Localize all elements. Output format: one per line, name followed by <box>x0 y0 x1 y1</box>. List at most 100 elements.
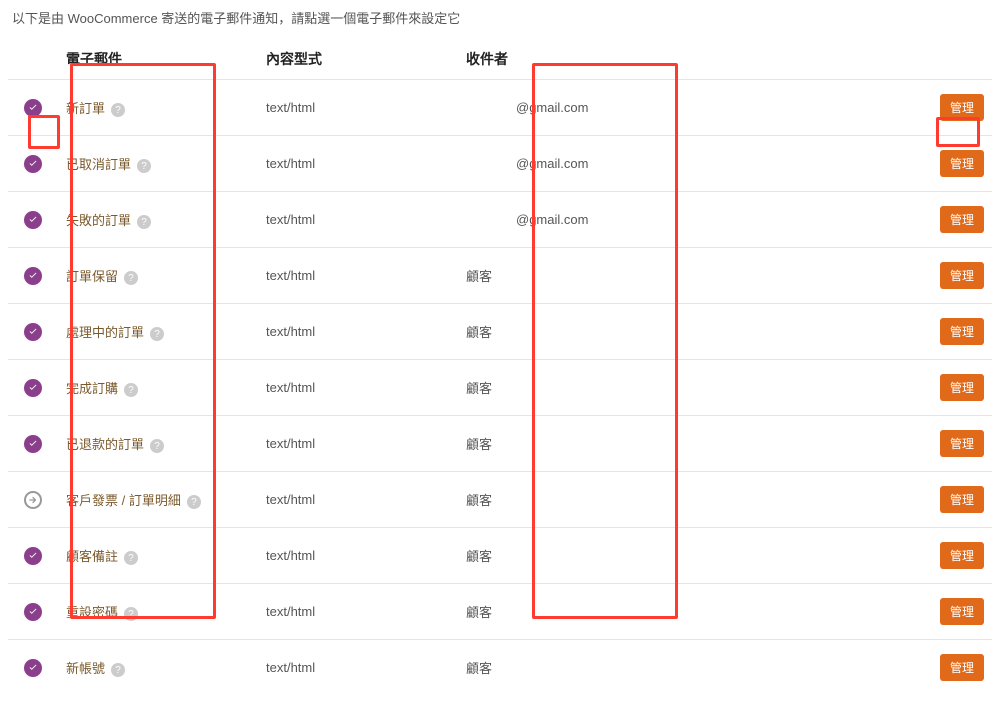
content-type-cell: text/html <box>258 472 458 528</box>
status-cell <box>8 360 58 416</box>
email-name-link[interactable]: 重設密碼 <box>66 605 118 620</box>
status-cell <box>8 528 58 584</box>
check-icon[interactable] <box>24 659 42 677</box>
check-icon[interactable] <box>24 267 42 285</box>
col-header-recipient: 收件者 <box>458 39 932 80</box>
status-cell <box>8 136 58 192</box>
email-name-link[interactable]: 客戶發票 / 訂單明細 <box>66 493 181 508</box>
table-row: 訂單保留? text/html顧客管理 <box>8 248 992 304</box>
check-icon[interactable] <box>24 211 42 229</box>
status-cell <box>8 80 58 136</box>
manage-button[interactable]: 管理 <box>940 374 984 401</box>
table-header-row: 電子郵件 內容型式 收件者 <box>8 39 992 80</box>
col-header-name: 電子郵件 <box>58 39 258 80</box>
check-icon[interactable] <box>24 155 42 173</box>
email-name-link[interactable]: 顧客備註 <box>66 549 118 564</box>
manage-button[interactable]: 管理 <box>940 150 984 177</box>
recipient-cell: 顧客 <box>458 584 932 640</box>
help-icon[interactable]: ? <box>124 271 138 285</box>
email-notifications-table: 電子郵件 內容型式 收件者 新訂單?text/html@gmail.com管理已… <box>8 39 992 695</box>
name-cell: 顧客備註? <box>58 528 258 584</box>
email-name-link[interactable]: 已退款的訂單 <box>66 437 144 452</box>
check-icon[interactable] <box>24 547 42 565</box>
recipient-cell: @gmail.com <box>458 192 932 248</box>
col-header-type: 內容型式 <box>258 39 458 80</box>
content-type-cell: text/html <box>258 528 458 584</box>
manage-button[interactable]: 管理 <box>940 206 984 233</box>
recipient-cell: 顧客 <box>458 304 932 360</box>
table-row: 顧客備註?text/html顧客管理 <box>8 528 992 584</box>
email-name-link[interactable]: 失敗的訂單 <box>66 213 131 228</box>
name-cell: 處理中的訂單? <box>58 304 258 360</box>
table-row: 客戶發票 / 訂單明細? text/html顧客管理 <box>8 472 992 528</box>
action-cell: 管理 <box>932 640 992 696</box>
content-type-cell: text/html <box>258 360 458 416</box>
content-type-cell: text/html <box>258 640 458 696</box>
table-row: 已取消訂單?text/html@gmail.com管理 <box>8 136 992 192</box>
name-cell: 新帳號? <box>58 640 258 696</box>
help-icon[interactable]: ? <box>150 327 164 341</box>
manage-button[interactable]: 管理 <box>940 94 984 121</box>
help-icon[interactable]: ? <box>150 439 164 453</box>
email-name-link[interactable]: 訂單保留 <box>66 269 118 284</box>
content-type-cell: text/html <box>258 192 458 248</box>
help-icon[interactable]: ? <box>124 383 138 397</box>
check-icon[interactable] <box>24 435 42 453</box>
check-icon[interactable] <box>24 603 42 621</box>
content-type-cell: text/html <box>258 584 458 640</box>
content-type-cell: text/html <box>258 416 458 472</box>
action-cell: 管理 <box>932 360 992 416</box>
manage-button[interactable]: 管理 <box>940 430 984 457</box>
manage-button[interactable]: 管理 <box>940 262 984 289</box>
manage-button[interactable]: 管理 <box>940 598 984 625</box>
table-row: 重設密碼? text/html顧客管理 <box>8 584 992 640</box>
manage-button[interactable]: 管理 <box>940 318 984 345</box>
email-name-link[interactable]: 已取消訂單 <box>66 157 131 172</box>
action-cell: 管理 <box>932 136 992 192</box>
email-name-link[interactable]: 處理中的訂單 <box>66 325 144 340</box>
recipient-cell: 顧客 <box>458 472 932 528</box>
redacted-text <box>466 101 516 115</box>
redacted-text <box>466 213 516 227</box>
help-icon[interactable]: ? <box>124 607 138 621</box>
recipient-cell: 顧客 <box>458 248 932 304</box>
recipient-suffix: @gmail.com <box>516 100 588 115</box>
recipient-cell: 顧客 <box>458 528 932 584</box>
email-name-link[interactable]: 完成訂購 <box>66 381 118 396</box>
redacted-text <box>466 157 516 171</box>
action-cell: 管理 <box>932 472 992 528</box>
help-icon[interactable]: ? <box>111 663 125 677</box>
manage-button[interactable]: 管理 <box>940 654 984 681</box>
name-cell: 完成訂購? <box>58 360 258 416</box>
help-icon[interactable]: ? <box>111 103 125 117</box>
table-row: 完成訂購?text/html顧客管理 <box>8 360 992 416</box>
email-name-link[interactable]: 新訂單 <box>66 101 105 116</box>
check-icon[interactable] <box>24 379 42 397</box>
col-header-status <box>8 39 58 80</box>
manage-button[interactable]: 管理 <box>940 486 984 513</box>
recipient-cell: @gmail.com <box>458 80 932 136</box>
help-icon[interactable]: ? <box>137 159 151 173</box>
name-cell: 已取消訂單? <box>58 136 258 192</box>
content-type-cell: text/html <box>258 80 458 136</box>
table-row: 處理中的訂單?text/html顧客管理 <box>8 304 992 360</box>
table-row: 失敗的訂單? text/html @gmail.com 管理 <box>8 192 992 248</box>
arrow-right-icon[interactable] <box>24 491 42 509</box>
email-name-link[interactable]: 新帳號 <box>66 661 105 676</box>
action-cell: 管理 <box>932 248 992 304</box>
help-icon[interactable]: ? <box>137 215 151 229</box>
table-row: 新帳號?text/html顧客管理 <box>8 640 992 696</box>
status-cell <box>8 640 58 696</box>
content-type-cell: text/html <box>258 136 458 192</box>
col-header-action <box>932 39 992 80</box>
recipient-cell: 顧客 <box>458 640 932 696</box>
content-type-cell: text/html <box>258 248 458 304</box>
content-type-cell: text/html <box>258 304 458 360</box>
help-icon[interactable]: ? <box>187 495 201 509</box>
check-icon[interactable] <box>24 99 42 117</box>
manage-button[interactable]: 管理 <box>940 542 984 569</box>
recipient-suffix: @gmail.com <box>516 212 588 227</box>
help-icon[interactable]: ? <box>124 551 138 565</box>
recipient-cell: 顧客 <box>458 360 932 416</box>
check-icon[interactable] <box>24 323 42 341</box>
